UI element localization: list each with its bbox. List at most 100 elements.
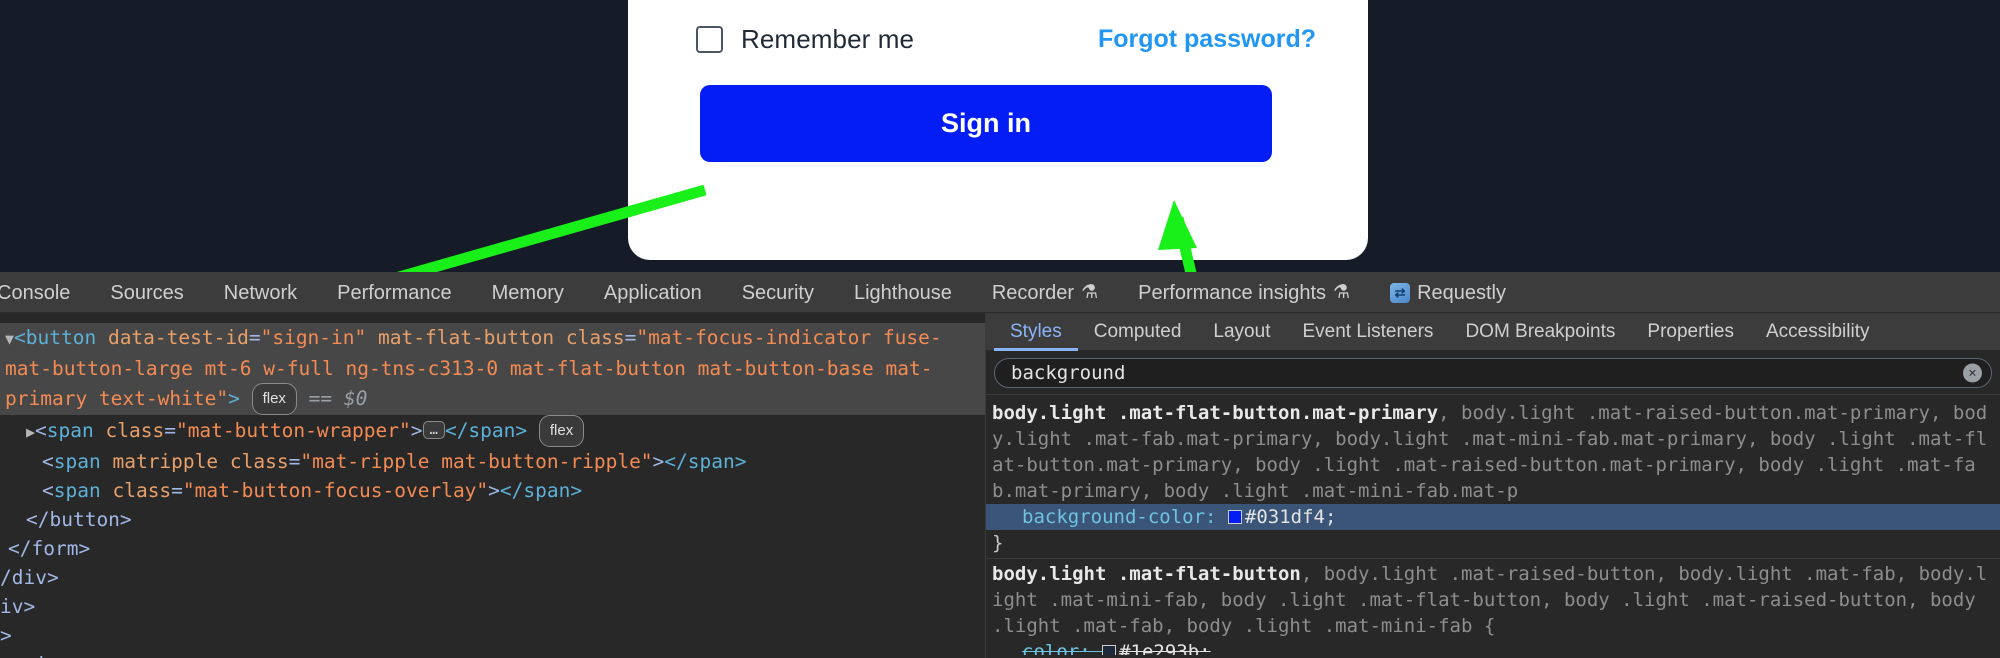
dom-tag-name: span [46, 419, 94, 442]
dom-attr-name: data-test-id [107, 326, 249, 349]
dom-attr-name: matripple [112, 450, 219, 473]
remember-me-checkbox[interactable] [696, 25, 723, 53]
remember-row: Remember me Forgot password? [696, 18, 1316, 60]
dom-open-tag: <button [14, 326, 108, 349]
styles-pane: Styles Computed Layout Event Listeners D… [985, 313, 2000, 658]
dom-attr-value: "mat-button-focus-overlay" [182, 479, 489, 502]
styles-tabbar: Styles Computed Layout Event Listeners D… [986, 313, 2000, 351]
css-declaration[interactable]: background-color: #031df4; [986, 504, 2000, 530]
flex-badge[interactable]: flex [251, 383, 297, 415]
devtools-tabbar: Console Sources Network Performance Memo… [0, 273, 2000, 313]
dom-selected-node-line1[interactable]: ▼<button data-test-id="sign-in" mat-flat… [0, 323, 985, 415]
flask-icon: ⚗ [1333, 281, 1351, 303]
color-swatch[interactable] [1227, 510, 1242, 524]
tab-layout[interactable]: Layout [1197, 313, 1286, 351]
selected-node-marker: == $0 [308, 387, 368, 410]
styles-filter-input[interactable] [1009, 361, 1957, 385]
dom-child-line-2[interactable]: <span matripple class="mat-ripple mat-bu… [0, 447, 985, 476]
login-card: Remember me Forgot password? Sign in [628, 0, 1368, 260]
dom-attr-value: "mat-button-wrapper" [175, 419, 411, 442]
devtools-tab-label: Lighthouse [853, 281, 952, 304]
css-rule: body.light .mat-flat-button, body.light … [986, 559, 2000, 655]
screenshot-root: Remember me Forgot password? Sign in Con… [0, 0, 2000, 658]
collapsed-children-icon[interactable]: … [422, 421, 445, 439]
css-property[interactable]: color [1022, 641, 1079, 655]
dom-attr-name: class [565, 326, 625, 349]
dom-child-line-1[interactable]: ▶<span class="mat-button-wrapper">… </spa… [0, 415, 985, 447]
remember-me-control[interactable]: Remember me [696, 24, 914, 55]
dom-attr-name: class [229, 450, 289, 473]
css-property[interactable]: background-color [1022, 506, 1205, 528]
devtools-tab-label: Recorder [991, 281, 1075, 304]
dom-attr-name: class [105, 419, 165, 442]
expand-triangle-icon[interactable]: ▼ [5, 330, 14, 348]
devtools-tab-label: Security [741, 281, 814, 304]
clear-filter-icon[interactable]: × [1963, 363, 1982, 383]
flask-icon: ⚗ [1081, 281, 1099, 303]
styles-filter-container: × [986, 351, 2000, 395]
dom-tag-name: span [53, 479, 101, 502]
devtools-tab-label: Performance insights [1138, 281, 1327, 304]
expand-triangle-icon[interactable]: ▶ [26, 423, 35, 441]
styles-filter[interactable]: × [994, 358, 1992, 388]
devtools-tab-security[interactable]: Security [722, 273, 834, 312]
devtools-tab-application[interactable]: Application [584, 273, 722, 312]
css-selector[interactable]: body.light .mat-flat-button, body.light … [986, 561, 2000, 639]
color-swatch[interactable] [1102, 645, 1117, 655]
devtools-tab-requestly[interactable]: ⇄ Requestly [1370, 273, 1526, 312]
dom-closing-tag: </span> [499, 479, 583, 502]
dom-trailing-line-4[interactable]: iv> [0, 592, 985, 621]
devtools-tab-performance[interactable]: Performance [317, 273, 472, 312]
css-selector-matched: body.light .mat-flat-button.mat-primary [992, 402, 1439, 424]
dom-tree-pane[interactable]: ▼<button data-test-id="sign-in" mat-flat… [0, 313, 985, 658]
dom-closing-tag: </span> [444, 419, 528, 442]
devtools-tab-console[interactable]: Console [0, 273, 90, 312]
dom-trailing-line-3[interactable]: /div> [0, 563, 985, 592]
dom-trailing-line-5[interactable]: > [0, 621, 985, 650]
css-declaration[interactable]: color: #1e293b; [986, 639, 2000, 655]
devtools-tab-label: Application [603, 281, 702, 304]
css-selector[interactable]: body.light .mat-flat-button.mat-primary,… [986, 400, 2000, 504]
tab-properties[interactable]: Properties [1631, 313, 1750, 351]
devtools-tab-memory[interactable]: Memory [472, 273, 584, 312]
tab-dom-breakpoints[interactable]: DOM Breakpoints [1449, 313, 1631, 351]
devtools-tab-recorder[interactable]: Recorder ⚗ [972, 273, 1118, 312]
devtools-tab-performance-insights[interactable]: Performance insights ⚗ [1118, 273, 1370, 312]
sign-in-button[interactable]: Sign in [700, 85, 1272, 162]
dom-trailing-line-1[interactable]: </button> [0, 505, 985, 534]
dom-attr-name: mat-flat-button [378, 326, 555, 349]
remember-me-label: Remember me [741, 23, 915, 54]
page-under-test: Remember me Forgot password? Sign in [0, 0, 2000, 272]
login-card-inner: Remember me Forgot password? Sign in [628, 0, 1368, 260]
dom-trailing-line-2[interactable]: </form> [0, 534, 985, 563]
css-value[interactable]: #1e293b [1119, 641, 1199, 655]
dom-closing-tag: </span> [664, 450, 747, 473]
dom-close-bracket: > [228, 387, 240, 410]
dom-child-line-3[interactable]: <span class="mat-button-focus-overlay"><… [0, 476, 985, 505]
requestly-icon: ⇄ [1390, 282, 1411, 303]
devtools-tab-sources[interactable]: Sources [90, 273, 203, 312]
css-close-brace: } [992, 532, 1004, 554]
devtools-tab-lighthouse[interactable]: Lighthouse [834, 273, 972, 312]
dom-attr-value: "sign-in" [260, 326, 367, 349]
tab-accessibility[interactable]: Accessibility [1750, 313, 1885, 351]
devtools-tab-label: Sources [110, 281, 184, 304]
forgot-password-link[interactable]: Forgot password? [1098, 25, 1316, 54]
devtools-panel: Console Sources Network Performance Memo… [0, 272, 2000, 658]
devtools-tab-label: Memory [491, 281, 564, 304]
dom-attr-name: class [112, 479, 172, 502]
devtools-tab-label: Console [0, 281, 71, 304]
devtools-body: ▼<button data-test-id="sign-in" mat-flat… [0, 313, 2000, 658]
devtools-tab-label: Network [223, 281, 298, 304]
css-rules-list: body.light .mat-flat-button.mat-primary,… [986, 395, 2000, 655]
tab-styles[interactable]: Styles [994, 313, 1078, 351]
tab-event-listeners[interactable]: Event Listeners [1286, 313, 1449, 351]
css-selector-matched: body.light .mat-flat-button [992, 563, 1301, 585]
tab-computed[interactable]: Computed [1078, 313, 1198, 351]
css-value[interactable]: #031df4 [1245, 506, 1325, 528]
devtools-tab-label: Performance [337, 281, 452, 304]
dom-trailing-line-7[interactable]: gn-in> [0, 650, 985, 658]
flex-badge[interactable]: flex [538, 415, 585, 447]
css-rule: body.light .mat-flat-button.mat-primary,… [986, 398, 2000, 559]
devtools-tab-network[interactable]: Network [204, 273, 317, 312]
